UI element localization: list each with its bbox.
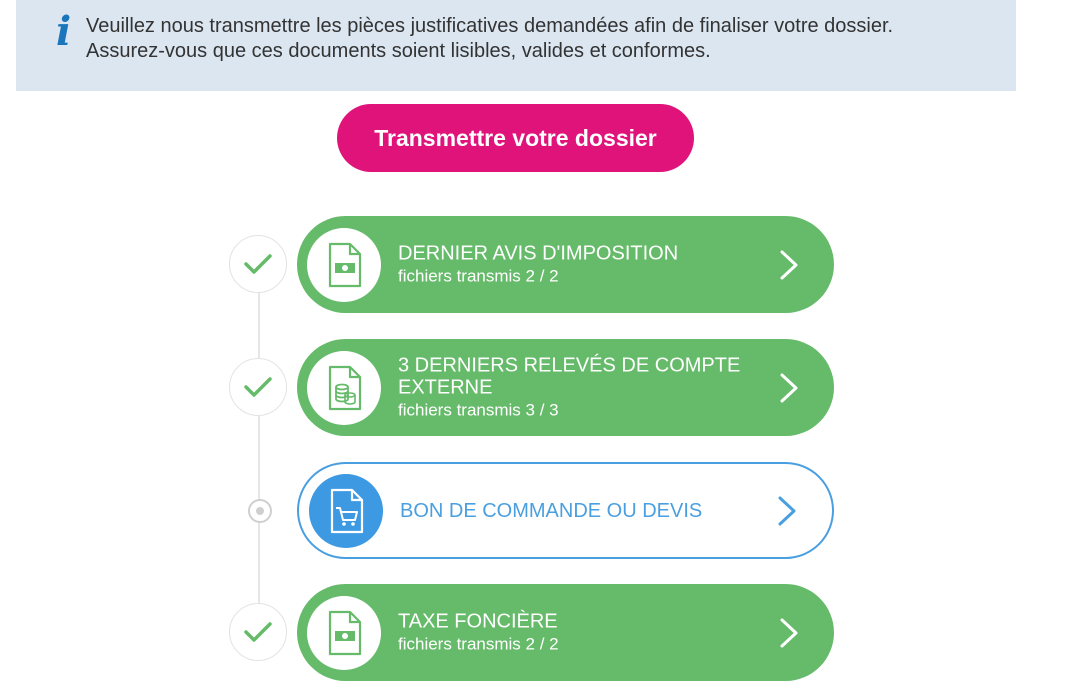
document-file-count: fichiers transmis 2 / 2 <box>398 266 559 285</box>
chevron-right-icon <box>780 250 798 279</box>
tax-document-icon <box>307 227 381 302</box>
document-file-count: fichiers transmis 2 / 2 <box>398 634 559 653</box>
chevron-right-icon <box>780 618 798 647</box>
chevron-right-icon <box>780 373 798 402</box>
document-title: DERNIER AVIS D'IMPOSITION <box>398 242 679 264</box>
document-title: 3 DERNIERS RELEVÉS DE COMPTE EXTERNE <box>398 354 741 398</box>
tax-document-icon <box>307 595 381 670</box>
info-banner: i Veuillez nous transmettre les pièces j… <box>16 0 1016 91</box>
info-message-line-1: Veuillez nous transmettre les pièces jus… <box>86 15 894 37</box>
cart-document-icon <box>309 473 383 548</box>
timeline-line <box>258 292 260 632</box>
status-done-icon <box>229 358 287 416</box>
info-message-line-2: Assurez-vous que ces documents soient li… <box>86 40 711 62</box>
document-title: TAXE FONCIÈRE <box>398 610 558 632</box>
info-message: Veuillez nous transmettre les pièces jus… <box>86 14 1006 64</box>
chevron-right-icon <box>778 496 796 525</box>
document-item-bon-commande[interactable]: BON DE COMMANDE OU DEVIS <box>297 462 834 559</box>
document-item-taxe-fonciere[interactable]: TAXE FONCIÈRE fichiers transmis 2 / 2 <box>297 584 834 681</box>
document-file-count: fichiers transmis 3 / 3 <box>398 400 559 419</box>
info-icon: i <box>56 8 72 55</box>
status-done-icon <box>229 235 287 293</box>
bank-statement-icon <box>307 350 381 425</box>
submit-dossier-button[interactable]: Transmettre votre dossier <box>337 104 694 172</box>
document-item-releves-compte[interactable]: 3 DERNIERS RELEVÉS DE COMPTE EXTERNE fic… <box>297 339 834 436</box>
document-item-avis-imposition[interactable]: DERNIER AVIS D'IMPOSITION fichiers trans… <box>297 216 834 313</box>
document-title: BON DE COMMANDE OU DEVIS <box>400 499 703 522</box>
status-done-icon <box>229 603 287 661</box>
status-pending-icon <box>248 499 272 523</box>
